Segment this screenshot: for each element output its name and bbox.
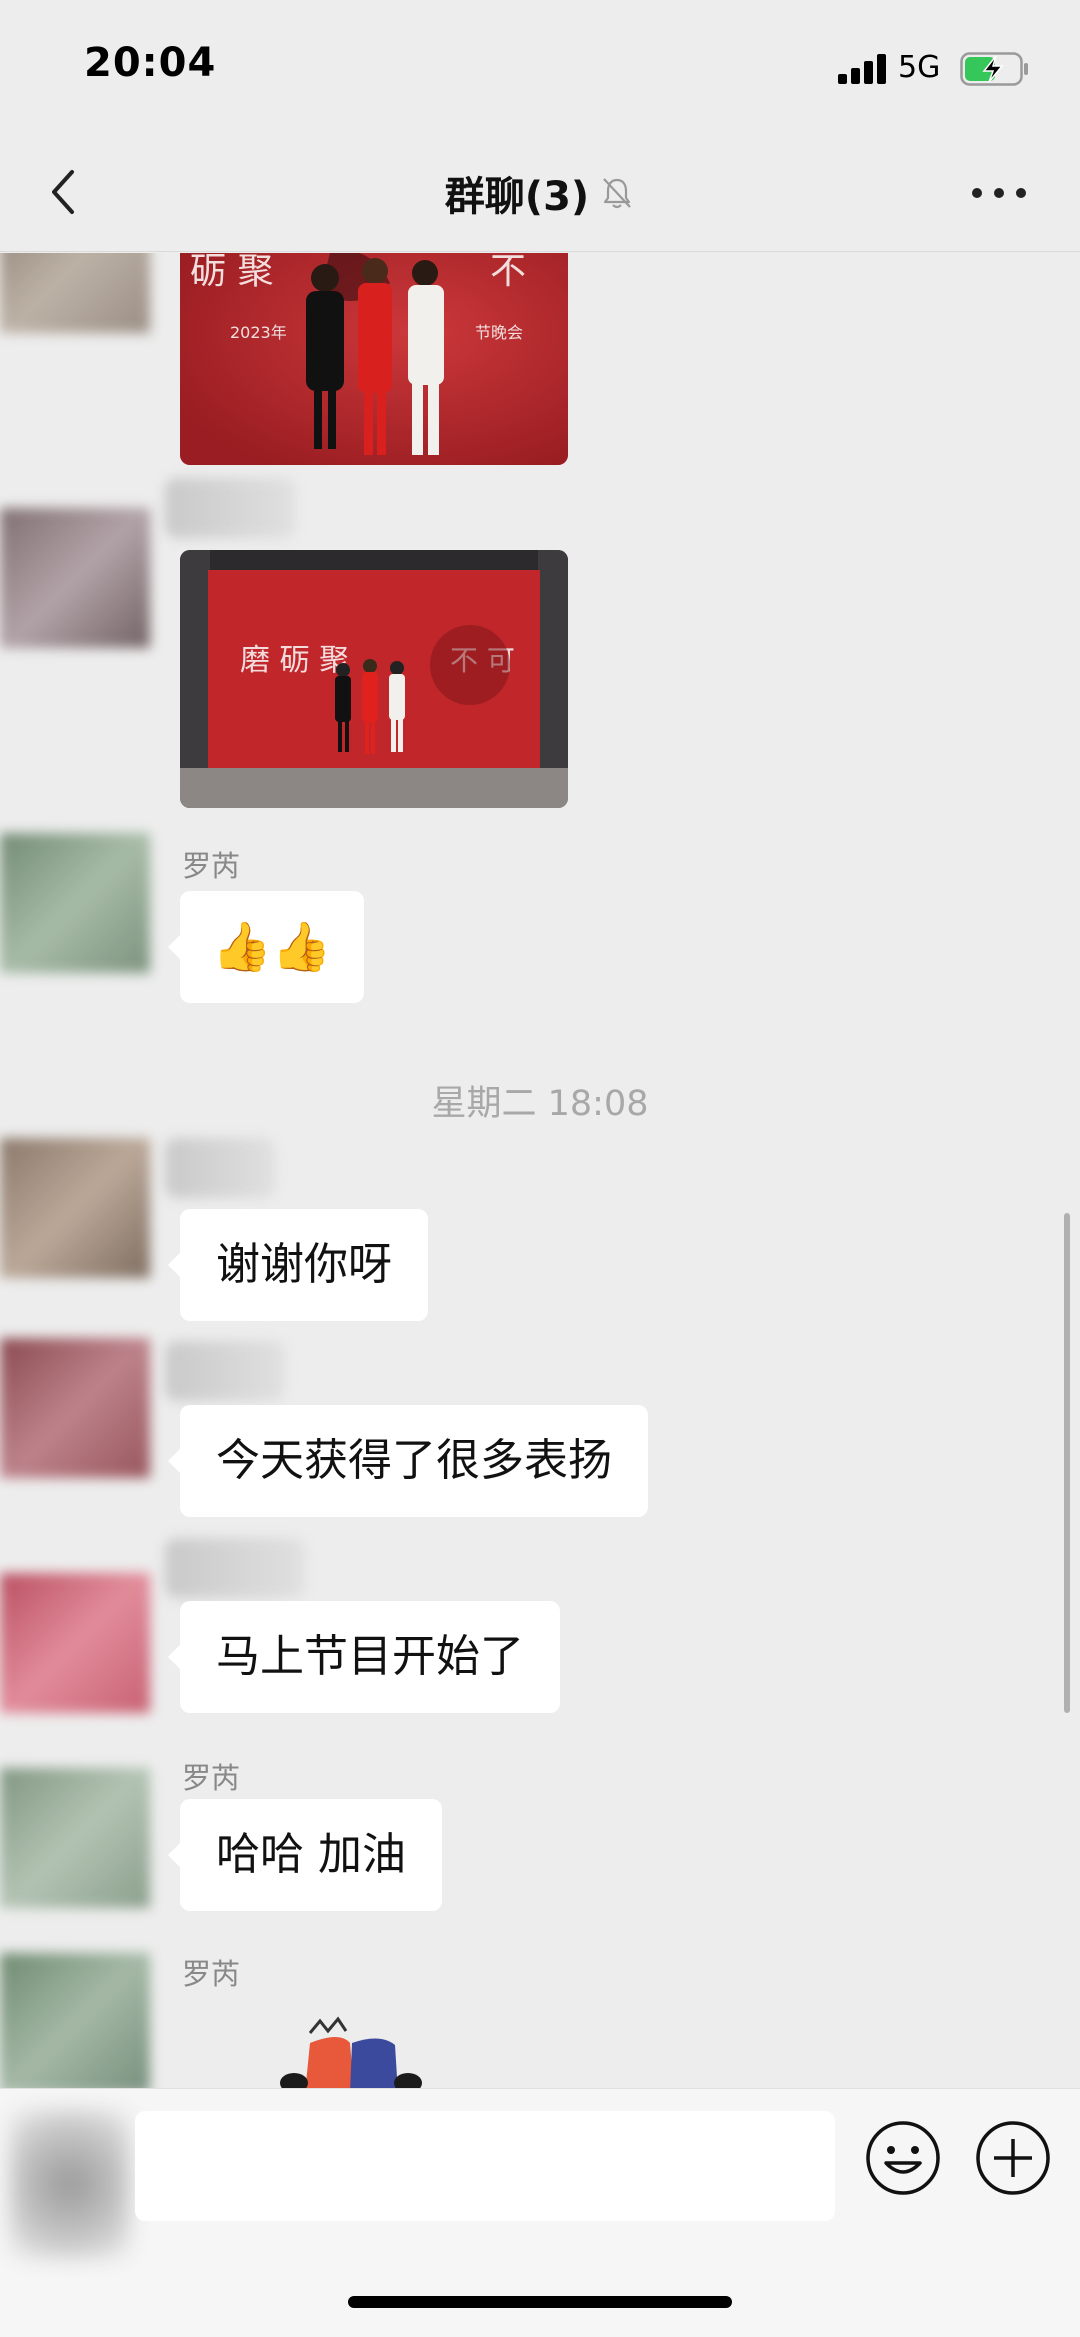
chat-title: 群聊(3) — [0, 164, 1080, 222]
sender-name-blurred — [165, 1538, 305, 1598]
avatar[interactable] — [0, 833, 150, 973]
svg-text:节晚会: 节晚会 — [475, 323, 523, 342]
message-input[interactable] — [135, 2111, 835, 2221]
voice-button-blurred[interactable] — [10, 2109, 130, 2259]
avatar[interactable] — [0, 1768, 150, 1908]
sender-name: 罗芮 — [182, 849, 241, 883]
scrollbar[interactable] — [1064, 1213, 1070, 1713]
text-message[interactable]: 哈哈 加油 — [168, 1799, 442, 1911]
message-list[interactable]: 砺 聚 不 2023年 节晚会 磨 砺 聚 不 可 — [0, 253, 1080, 2088]
svg-text:2023年: 2023年 — [230, 323, 287, 342]
photo-message[interactable]: 砺 聚 不 2023年 节晚会 — [180, 253, 568, 465]
bell-off-icon — [603, 178, 632, 209]
sender-name: 罗芮 — [182, 1957, 241, 1991]
text-message[interactable]: 马上节目开始了 — [168, 1601, 560, 1713]
text-message[interactable]: 今天获得了很多表扬 — [168, 1405, 648, 1517]
avatar[interactable] — [0, 1953, 150, 2088]
photo-message[interactable]: 磨 砺 聚 不 可 — [180, 550, 568, 808]
nav-bar: 群聊(3) — [0, 140, 1080, 252]
battery-icon — [960, 52, 1028, 86]
sticker-message[interactable]: 👍👍 — [168, 891, 364, 1003]
thumbs-up-icon: 👍👍 — [212, 919, 332, 975]
sender-name: 罗芮 — [182, 1761, 241, 1795]
text-message[interactable]: 谢谢你呀 — [168, 1209, 428, 1321]
svg-text:磨 砺 聚: 磨 砺 聚 — [240, 643, 349, 678]
chat-screen: 20:04 5G 群聊(3) 砺 聚 不 2023年 节晚会 磨 砺 聚 罗芮 … — [0, 0, 1080, 2337]
avatar[interactable] — [0, 508, 150, 648]
avatar[interactable] — [0, 1573, 150, 1713]
avatar[interactable] — [0, 1338, 150, 1478]
time-divider: 星期二 18:08 — [431, 1084, 649, 1124]
avatar[interactable] — [0, 1138, 150, 1278]
signal-icon — [838, 52, 888, 84]
svg-text:砺 聚: 砺 聚 — [190, 253, 273, 292]
plus-circle-icon[interactable] — [974, 2119, 1052, 2197]
status-time: 20:04 — [84, 40, 217, 86]
home-indicator[interactable] — [348, 2296, 732, 2308]
svg-text:不: 不 — [490, 253, 526, 292]
sticker-image[interactable] — [280, 2013, 430, 2088]
sender-name-blurred — [165, 1138, 275, 1198]
avatar[interactable] — [0, 253, 150, 333]
network-label: 5G — [898, 50, 941, 85]
sender-name-blurred — [165, 1341, 285, 1401]
event-photo-image: 砺 聚 不 2023年 节晚会 — [180, 253, 568, 465]
event-photo-image: 磨 砺 聚 不 可 — [180, 550, 568, 808]
emoji-icon[interactable] — [864, 2119, 942, 2197]
sender-name-blurred — [165, 478, 295, 538]
status-bar: 20:04 5G — [0, 0, 1080, 140]
more-dots-icon[interactable] — [972, 180, 1028, 204]
chat-title-text: 群聊(3) — [444, 174, 590, 220]
